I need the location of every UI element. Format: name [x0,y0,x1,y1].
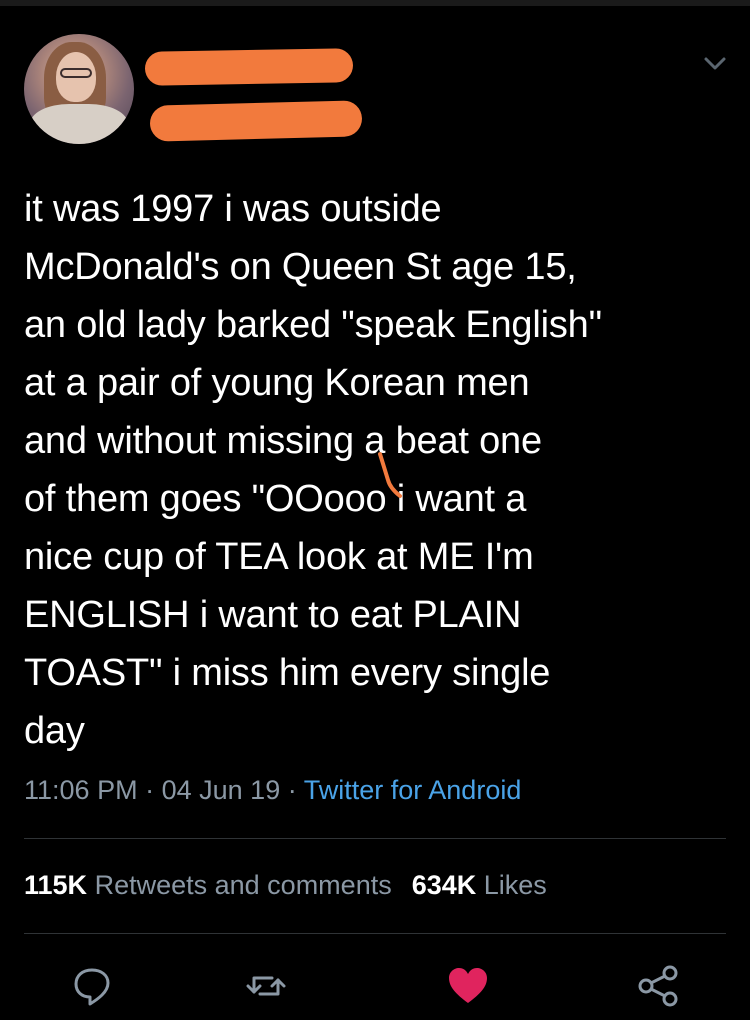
likes-stat[interactable]: 634K Likes [412,870,547,900]
top-edge [0,0,750,6]
divider [24,933,726,934]
meta-separator: · [287,775,297,805]
avatar[interactable] [24,34,134,144]
retweets-label: Retweets and comments [94,870,392,900]
retweet-icon[interactable] [244,964,288,1008]
share-icon[interactable] [636,964,680,1008]
retweets-stat[interactable]: 115K Retweets and comments [24,870,392,900]
redacted-display-name [144,48,354,86]
tweet-time: 11:06 PM [24,775,138,805]
likes-count: 634K [411,870,477,900]
divider [24,838,726,839]
tweet-source-link[interactable]: Twitter for Android [304,775,522,805]
tweet-date: 04 Jun 19 [161,775,281,805]
reply-icon[interactable] [70,964,114,1008]
redacted-username [149,100,363,142]
heart-icon[interactable] [446,964,490,1008]
tweet-meta: 11:06 PM · 04 Jun 19 · Twitter for Andro… [24,775,521,806]
meta-separator: · [145,775,155,805]
tweet-stats: 115K Retweets and comments 634K Likes [24,870,547,901]
retweets-count: 115K [24,870,88,900]
likes-label: Likes [483,870,547,900]
orange-annotation-mark [378,452,402,498]
chevron-down-icon[interactable] [700,52,730,76]
